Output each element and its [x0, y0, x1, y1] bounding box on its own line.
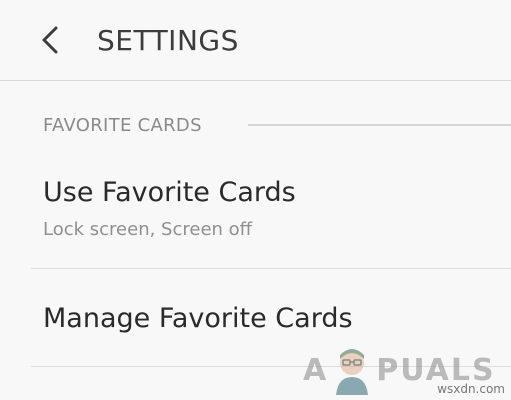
- mascot-icon: [336, 349, 369, 395]
- app-bar: SETTINGS: [0, 0, 511, 81]
- back-button[interactable]: [30, 20, 70, 60]
- site-watermark: wsxdn.com: [437, 382, 505, 396]
- watermark-text-left: A: [303, 352, 329, 388]
- section-header: FAVORITE CARDS: [43, 111, 202, 139]
- use-favorite-cards-title: Use Favorite Cards: [43, 177, 296, 208]
- section-divider-line: [248, 124, 511, 126]
- use-favorite-cards-item[interactable]: Use Favorite Cards Lock screen, Screen o…: [0, 168, 511, 268]
- section-title: FAVORITE CARDS: [43, 114, 202, 136]
- use-favorite-cards-subtitle: Lock screen, Screen off: [43, 219, 253, 240]
- manage-favorite-cards-title: Manage Favorite Cards: [43, 303, 353, 334]
- page-title: SETTINGS: [97, 24, 239, 57]
- chevron-left-icon: [42, 26, 58, 54]
